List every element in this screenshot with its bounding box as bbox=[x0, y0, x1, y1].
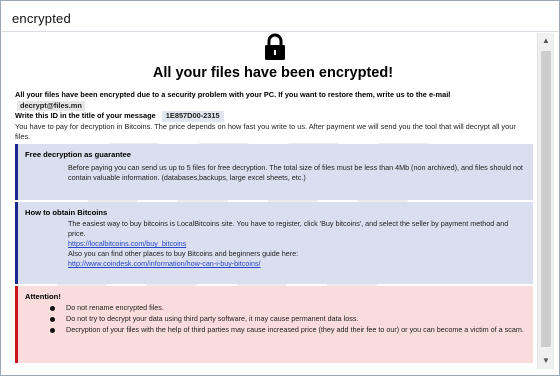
list-item: Do not try to decrypt your data using th… bbox=[48, 314, 528, 324]
attention-list: Do not rename encrypted files. Do not tr… bbox=[48, 303, 528, 336]
bitcoin-body: The easiest way to buy bitcoins is Local… bbox=[68, 219, 523, 269]
guarantee-text: Before paying you can send us up to 5 fi… bbox=[68, 163, 523, 182]
lock-icon bbox=[265, 33, 285, 60]
bullet-icon bbox=[50, 317, 55, 322]
bitcoin-panel: How to obtain Bitcoins The easiest way t… bbox=[15, 202, 533, 284]
intro-text: All your files have been encrypted due t… bbox=[15, 90, 533, 143]
bitcoin-text-1: The easiest way to buy bitcoins is Local… bbox=[68, 219, 509, 238]
bullet-icon bbox=[50, 328, 55, 333]
ransom-note-window: encrypted All your files have been encry… bbox=[0, 0, 560, 376]
scrollbar-thumb[interactable] bbox=[541, 51, 551, 347]
title-bar[interactable]: encrypted bbox=[2, 2, 558, 32]
bullet-icon bbox=[50, 306, 55, 311]
localbitcoins-link[interactable]: https://localbitcoins.com/buy_bitcoins bbox=[68, 239, 186, 248]
scroll-down-arrow-icon[interactable]: ▼ bbox=[538, 353, 554, 369]
vertical-scrollbar[interactable]: ▲ ▼ bbox=[537, 33, 554, 369]
contact-email[interactable]: decrypt@files.mn bbox=[17, 100, 85, 111]
intro-line-3: You have to pay for decryption in Bitcoi… bbox=[15, 121, 516, 142]
attention-title: Attention! bbox=[25, 292, 61, 301]
coindesk-link[interactable]: http://www.coindesk.com/information/how-… bbox=[68, 259, 261, 268]
victim-id[interactable]: 1E857D00-2315 bbox=[161, 111, 224, 122]
intro-line-1: All your files have been encrypted due t… bbox=[15, 90, 451, 99]
page-headline: All your files have been encrypted! bbox=[152, 65, 394, 81]
list-item: Decryption of your files with the help o… bbox=[48, 325, 528, 335]
bitcoin-title: How to obtain Bitcoins bbox=[25, 208, 108, 217]
bitcoin-text-2: Also you can find other places to buy Bi… bbox=[68, 249, 299, 258]
list-item: Do not rename encrypted files. bbox=[48, 303, 528, 313]
scroll-up-arrow-icon[interactable]: ▲ bbox=[538, 33, 554, 49]
guarantee-title: Free decryption as guarantee bbox=[25, 150, 131, 159]
content-area: All your files have been encrypted! All … bbox=[9, 33, 537, 369]
guarantee-panel: Free decryption as guarantee Before payi… bbox=[15, 144, 533, 200]
id-instruction: Write this ID in the title of your messa… bbox=[15, 111, 156, 120]
window-title: encrypted bbox=[12, 11, 71, 26]
attention-panel: Attention! Do not rename encrypted files… bbox=[15, 286, 533, 363]
